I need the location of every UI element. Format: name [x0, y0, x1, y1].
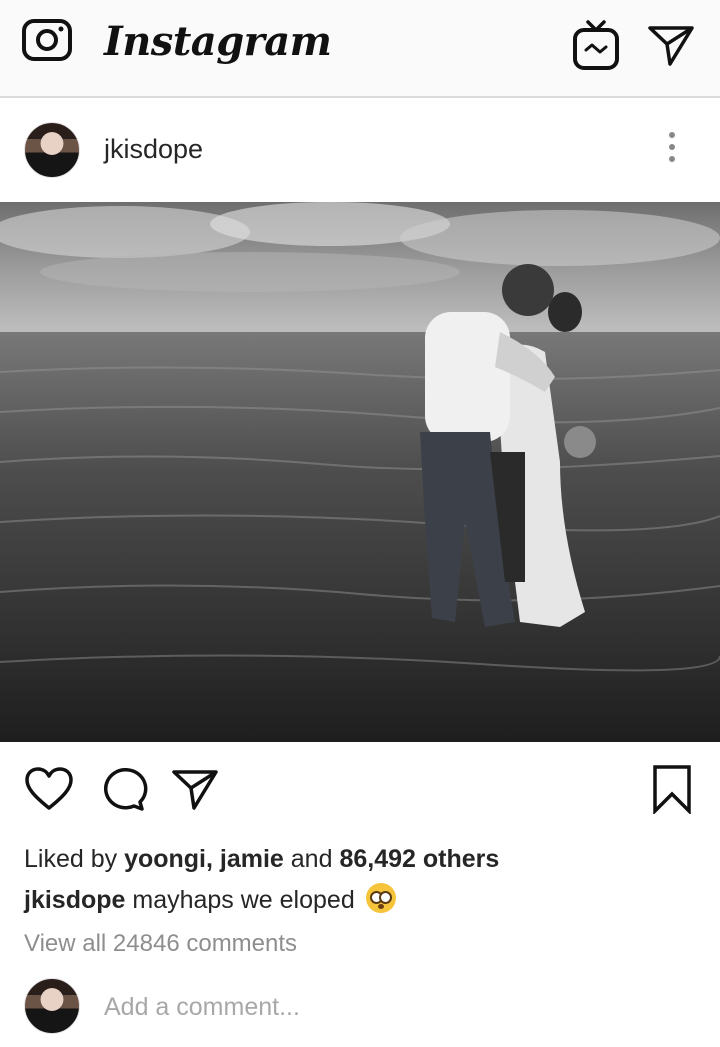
post-header: jkisdope	[0, 100, 720, 202]
likes-middle: and	[283, 845, 340, 873]
caption-username[interactable]: jkisdope	[24, 886, 125, 914]
paper-plane-icon[interactable]	[170, 766, 220, 812]
caption-text: mayhaps we eloped	[125, 886, 362, 914]
bookmark-icon[interactable]	[650, 764, 694, 816]
add-comment-input[interactable]	[104, 990, 664, 1024]
comment-bubble-icon[interactable]	[98, 766, 148, 812]
post-username[interactable]: jkisdope	[104, 134, 203, 165]
igtv-icon[interactable]	[572, 18, 620, 72]
likes-prefix: Liked by	[24, 845, 125, 873]
liked-by-users[interactable]: yoongi, jamie	[124, 845, 284, 873]
camera-icon[interactable]	[22, 18, 72, 62]
likes-summary[interactable]: Liked by yoongi, jamie and 86,492 others	[24, 845, 499, 874]
paper-plane-icon[interactable]	[646, 22, 696, 68]
flushed-face-emoji-icon	[365, 883, 396, 913]
avatar	[24, 978, 80, 1034]
heart-icon[interactable]	[24, 766, 74, 812]
more-vertical-icon[interactable]	[660, 132, 684, 168]
post-photo[interactable]	[0, 202, 720, 742]
avatar[interactable]	[24, 122, 80, 178]
post-action-bar	[0, 742, 720, 832]
post-caption: jkisdope mayhaps we eloped	[24, 883, 396, 915]
top-bar: Instagram	[0, 0, 720, 98]
add-comment-row	[0, 970, 720, 1047]
view-all-comments-link[interactable]: View all 24846 comments	[24, 930, 297, 958]
likes-count[interactable]: 86,492 others	[339, 845, 499, 873]
instagram-logo[interactable]: Instagram	[104, 14, 332, 70]
